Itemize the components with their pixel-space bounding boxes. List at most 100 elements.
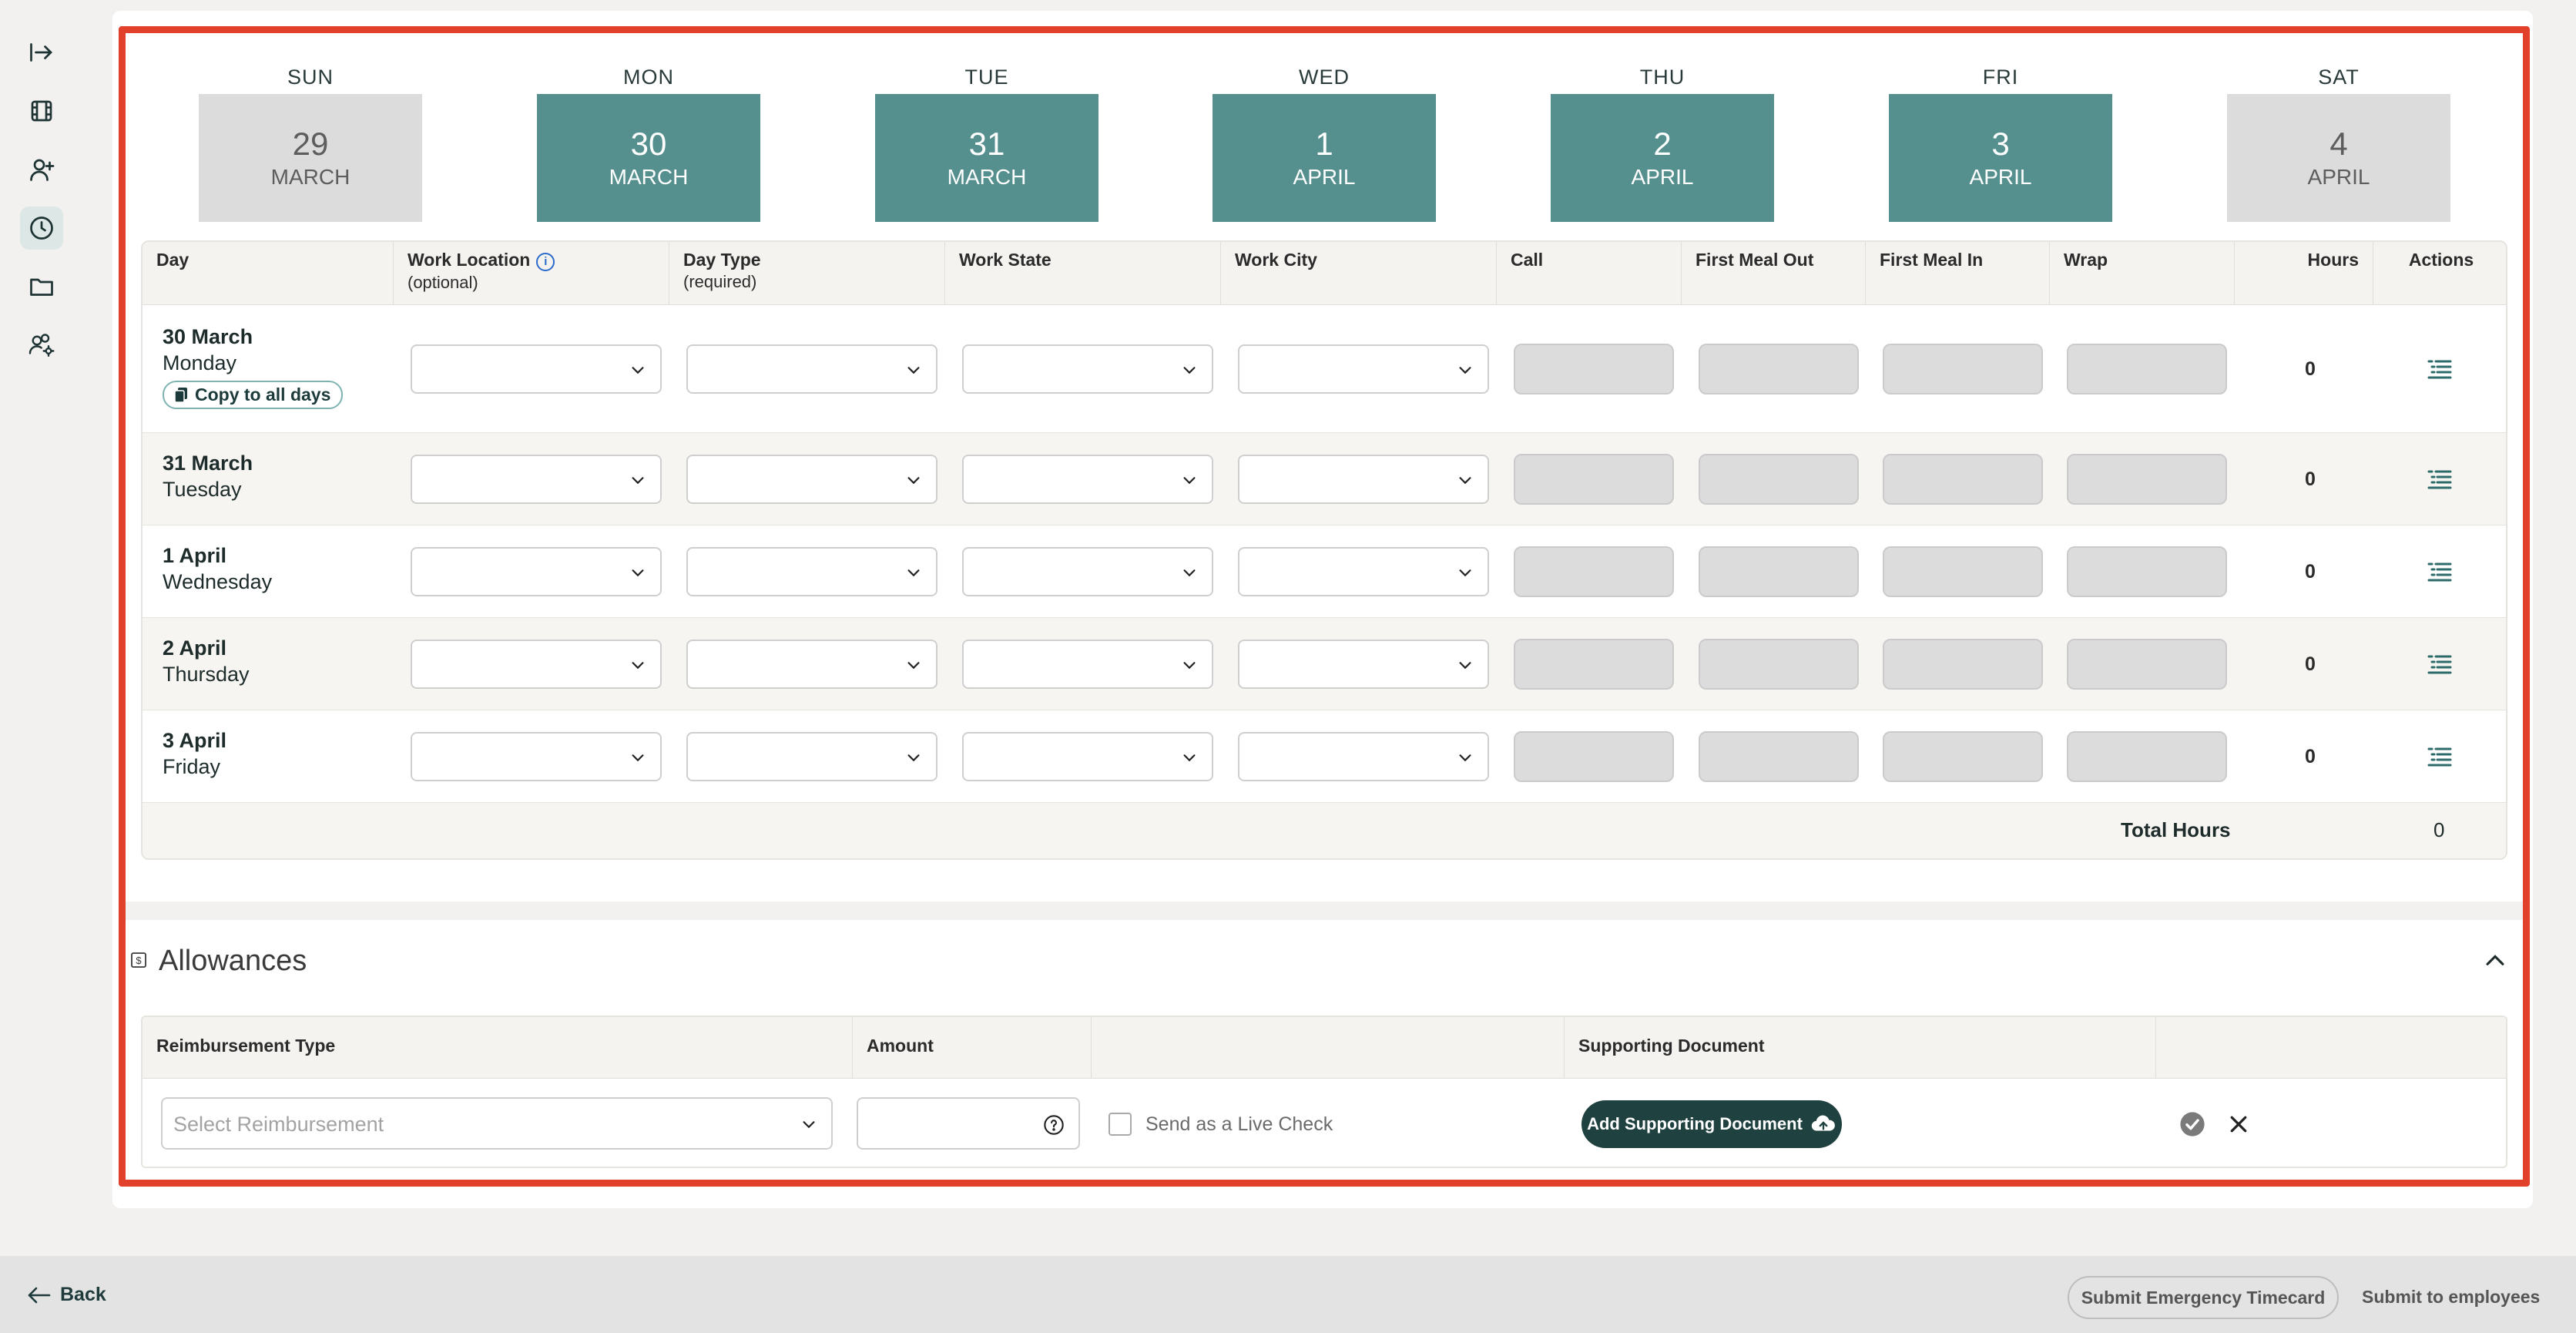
day-card: 2 APRIL [1551,94,1774,222]
week-day-thu[interactable]: THU 2 APRIL [1551,62,1774,222]
chevron-down-icon [907,367,920,374]
list-details-icon[interactable] [2426,744,2454,769]
info-icon[interactable]: i [536,253,555,271]
day-type-select[interactable] [686,640,937,689]
work-state-select[interactable] [962,640,1213,689]
list-details-icon[interactable] [2426,559,2454,584]
day-type-select[interactable] [686,455,937,504]
row-hours: 0 [2305,746,2316,767]
work-state-select[interactable] [962,455,1213,504]
chevron-up-icon[interactable] [2482,948,2508,974]
wrap-time-input[interactable] [2067,731,2227,782]
first-meal-in-input[interactable] [1883,454,2043,505]
work-city-select[interactable] [1238,547,1489,596]
sidebar-item-documents[interactable] [20,265,63,308]
day-of-week: WED [1299,65,1350,89]
work-location-select[interactable] [411,732,662,781]
list-details-icon[interactable] [2426,357,2454,381]
day-type-select[interactable] [686,344,937,394]
chevron-down-icon [907,662,920,670]
week-day-tue[interactable]: TUE 31 MARCH [875,62,1098,222]
sidebar-item-user-settings[interactable] [20,324,63,367]
wrap-time-input[interactable] [2067,639,2227,690]
day-of-week: SUN [287,65,334,89]
first-meal-out-input[interactable] [1699,546,1859,597]
call-time-input[interactable] [1514,546,1674,597]
week-day-sat[interactable]: SAT 4 APRIL [2227,62,2450,222]
day-type-select[interactable] [686,547,937,596]
first-meal-out-input[interactable] [1699,454,1859,505]
call-time-input[interactable] [1514,731,1674,782]
day-cell: 31 March Tuesday [163,450,253,502]
submit-to-employees-button[interactable]: Submit to employees [2362,1287,2540,1308]
week-day-fri[interactable]: FRI 3 APRIL [1889,62,2112,222]
col-day-type: Day Type (required) [669,242,945,305]
timecard-table: Day Work Location i (optional) Day Type (… [141,240,2507,860]
sidebar-item-add-user[interactable] [20,148,63,191]
work-location-select[interactable] [411,455,662,504]
first-meal-in-input[interactable] [1883,731,2043,782]
check-circle-icon[interactable] [2179,1111,2205,1137]
row-hours: 0 [2305,561,2316,583]
submit-emergency-timecard-button[interactable]: Submit Emergency Timecard [2068,1276,2339,1319]
first-meal-in-input[interactable] [1883,546,2043,597]
close-icon[interactable] [2227,1113,2250,1136]
first-meal-out-input[interactable] [1699,344,1859,395]
first-meal-in-input[interactable] [1883,639,2043,690]
work-location-select[interactable] [411,344,662,394]
allowances-header: $ Allowances [128,942,2521,980]
work-city-select[interactable] [1238,640,1489,689]
work-city-select[interactable] [1238,455,1489,504]
work-state-select[interactable] [962,547,1213,596]
row-hours: 0 [2305,358,2316,380]
day-card: 31 MARCH [875,94,1098,222]
day-month: APRIL [1631,165,1694,189]
day-month: MARCH [270,165,351,189]
call-time-input[interactable] [1514,639,1674,690]
week-day-mon[interactable]: MON 30 MARCH [537,62,760,222]
week-day-wed[interactable]: WED 1 APRIL [1213,62,1436,222]
svg-text:$: $ [136,955,142,966]
first-meal-out-input[interactable] [1699,639,1859,690]
day-card: 30 MARCH [537,94,760,222]
day-card: 3 APRIL [1889,94,2112,222]
wrap-time-input[interactable] [2067,546,2227,597]
table-row: 30 March Monday Copy to all days 0 [143,305,2506,433]
clock-icon [30,217,53,240]
chevron-down-icon [632,477,644,485]
sidebar-item-productions[interactable] [20,89,63,133]
back-button[interactable]: Back [26,1284,106,1306]
work-state-select[interactable] [962,344,1213,394]
sidebar-item-timecards[interactable] [20,206,63,250]
col-row-actions [2156,1017,2506,1079]
wrap-time-input[interactable] [2067,454,2227,505]
work-city-select[interactable] [1238,732,1489,781]
first-meal-in-input[interactable] [1883,344,2043,395]
add-supporting-document-button[interactable]: Add Supporting Document [1581,1100,1842,1148]
day-type-select[interactable] [686,732,937,781]
film-icon [31,100,52,122]
list-details-icon[interactable] [2426,652,2454,677]
back-label: Back [60,1284,106,1305]
list-details-icon[interactable] [2426,467,2454,492]
reimbursement-select[interactable]: Select Reimbursement [161,1097,833,1150]
copy-to-all-days-button[interactable]: Copy to all days [163,381,344,409]
live-check-option[interactable]: Send as a Live Check [1109,1113,1333,1136]
work-city-select[interactable] [1238,344,1489,394]
first-meal-out-input[interactable] [1699,731,1859,782]
call-time-input[interactable] [1514,344,1674,395]
amount-field[interactable] [857,1097,1080,1150]
col-supporting-document: Supporting Document [1565,1017,2156,1079]
expand-sidebar-button[interactable] [20,31,63,74]
call-time-input[interactable] [1514,454,1674,505]
work-location-select[interactable] [411,640,662,689]
week-day-sun[interactable]: SUN 29 MARCH [199,62,422,222]
amount-input[interactable] [867,1099,1037,1145]
help-icon[interactable] [1043,1114,1065,1136]
work-location-select[interactable] [411,547,662,596]
work-state-select[interactable] [962,732,1213,781]
live-check-checkbox[interactable] [1109,1113,1132,1136]
wrap-time-input[interactable] [2067,344,2227,395]
chevron-down-icon [907,477,920,485]
day-number: 31 [968,126,1005,162]
